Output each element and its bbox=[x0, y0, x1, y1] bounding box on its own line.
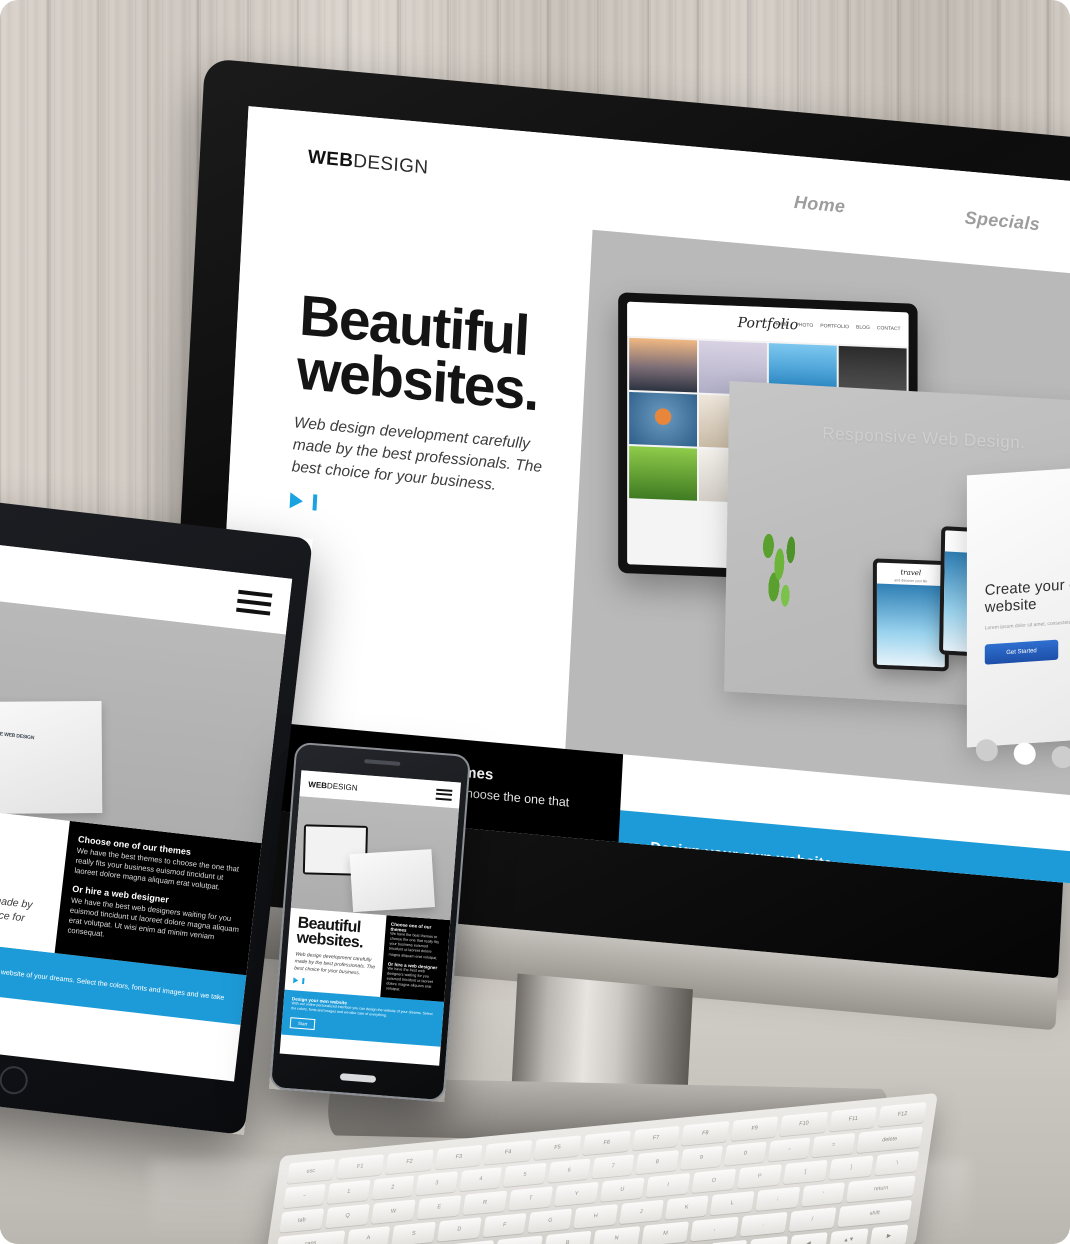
carousel-dot-2-active[interactable] bbox=[1013, 741, 1037, 766]
portfolio-tile bbox=[629, 337, 698, 393]
portfolio-tile bbox=[629, 446, 698, 501]
hamburger-menu-icon[interactable] bbox=[435, 786, 453, 803]
site-nav: Home Specials About bbox=[794, 191, 1070, 254]
portfolio-nav-home: HOME bbox=[773, 321, 789, 328]
phone-dark-body-1: We have the best themes to choose the on… bbox=[388, 931, 440, 960]
blue-feature-panel: Design your own website With our online … bbox=[596, 808, 1070, 897]
slide-tablet-small: travel and discover your life bbox=[872, 558, 949, 672]
hero-paragraph: Web design development carefully made by… bbox=[291, 414, 543, 494]
hero-slideshow[interactable]: Portfolio HOME PHOTO PORTFOLIO BLOG CONT… bbox=[565, 229, 1070, 809]
portfolio-nav-blog: BLOG bbox=[855, 324, 870, 332]
phone-hero-image bbox=[290, 796, 459, 921]
carousel-dot-1[interactable] bbox=[975, 738, 999, 763]
phone-start-button[interactable]: Start bbox=[289, 1017, 316, 1031]
pause-icon[interactable] bbox=[312, 494, 318, 511]
phone-logo-bold: WEB bbox=[308, 779, 328, 790]
phone-hero-controls bbox=[293, 977, 375, 989]
phone-dark-panel: Choose one of our themes We have the bes… bbox=[380, 915, 451, 1003]
phone-body: Beautiful websites. Web design developme… bbox=[285, 908, 451, 1003]
phone-logo-light: DESIGN bbox=[326, 780, 358, 793]
keyboard-key[interactable]: delete bbox=[855, 1126, 924, 1154]
slide-fan-page: Create your own beautiful website Lorem … bbox=[966, 455, 1070, 748]
logo-light: DESIGN bbox=[352, 150, 429, 179]
phone-collage bbox=[290, 796, 459, 921]
play-icon[interactable] bbox=[289, 492, 304, 510]
phone-dark-body-2: We have the best web designers waiting f… bbox=[385, 966, 434, 992]
keyboard-key[interactable]: F12 bbox=[878, 1102, 927, 1127]
fan-cta-button[interactable]: Get Started bbox=[984, 639, 1059, 665]
carousel-dots bbox=[975, 738, 1070, 779]
keyboard-key[interactable]: = bbox=[811, 1133, 856, 1158]
collage-sheet bbox=[0, 701, 103, 815]
blue-panel-body: With our online personalized interface y… bbox=[647, 861, 1070, 897]
phone-screen: WEBDESIGN Beautiful websites. Web design… bbox=[279, 770, 461, 1066]
carousel-dot-3[interactable] bbox=[1051, 745, 1070, 770]
tablet-title: Beautiful websites. bbox=[0, 808, 57, 890]
device-mockup-scene: WEBDESIGN Home Specials About Beautiful bbox=[0, 0, 1070, 1244]
keyboard-key[interactable]: F6 bbox=[582, 1130, 631, 1156]
keyboard-key[interactable]: F8 bbox=[681, 1121, 730, 1146]
fan-copy: Create your own beautiful website Lorem … bbox=[984, 570, 1070, 665]
pause-icon[interactable] bbox=[302, 977, 305, 984]
keyboard-key[interactable]: F10 bbox=[779, 1111, 829, 1137]
nav-item-specials[interactable]: Specials bbox=[964, 207, 1040, 235]
logo-bold: WEB bbox=[307, 146, 354, 172]
phone-hero-copy: Beautiful websites. Web design developme… bbox=[285, 908, 387, 997]
nav-item-home[interactable]: Home bbox=[794, 191, 846, 217]
plant-icon bbox=[748, 525, 808, 627]
play-icon[interactable] bbox=[293, 977, 299, 984]
collage-sheet bbox=[349, 849, 435, 913]
keyboard-key[interactable]: F5 bbox=[533, 1135, 582, 1161]
phone-title: Beautiful websites. bbox=[296, 914, 380, 952]
phone-paragraph: Web design development carefully made by… bbox=[294, 951, 376, 977]
tablet-dark-panel: Choose one of our themes We have the bes… bbox=[54, 820, 262, 976]
smartphone-device: WEBDESIGN Beautiful websites. Web design… bbox=[268, 741, 472, 1103]
keyboard-key[interactable]: F11 bbox=[828, 1106, 878, 1132]
portfolio-nav-photo: PHOTO bbox=[795, 322, 814, 329]
site-logo[interactable]: WEBDESIGN bbox=[307, 146, 429, 180]
slide-artwork: Portfolio HOME PHOTO PORTFOLIO BLOG CONT… bbox=[565, 230, 1070, 809]
hero-title: Beautiful websites. bbox=[295, 283, 588, 422]
travel-photo bbox=[876, 583, 945, 668]
portfolio-nav-portfolio: PORTFOLIO bbox=[820, 323, 850, 331]
blue-panel-title: Design your own website bbox=[649, 839, 833, 873]
hero-section: Beautiful websites. Web design developme… bbox=[217, 198, 1070, 809]
fan-title: Create your own beautiful website bbox=[984, 570, 1070, 617]
portfolio-tile bbox=[629, 391, 698, 447]
hamburger-menu-icon[interactable] bbox=[235, 585, 273, 621]
keyboard-key[interactable]: F9 bbox=[730, 1116, 779, 1142]
keyboard-key[interactable]: F7 bbox=[631, 1125, 681, 1151]
portfolio-nav-contact: CONTACT bbox=[876, 325, 901, 333]
keyboard-key[interactable]: - bbox=[767, 1137, 811, 1162]
desk-reflection bbox=[150, 1160, 970, 1244]
phone-logo[interactable]: WEBDESIGN bbox=[308, 779, 358, 792]
